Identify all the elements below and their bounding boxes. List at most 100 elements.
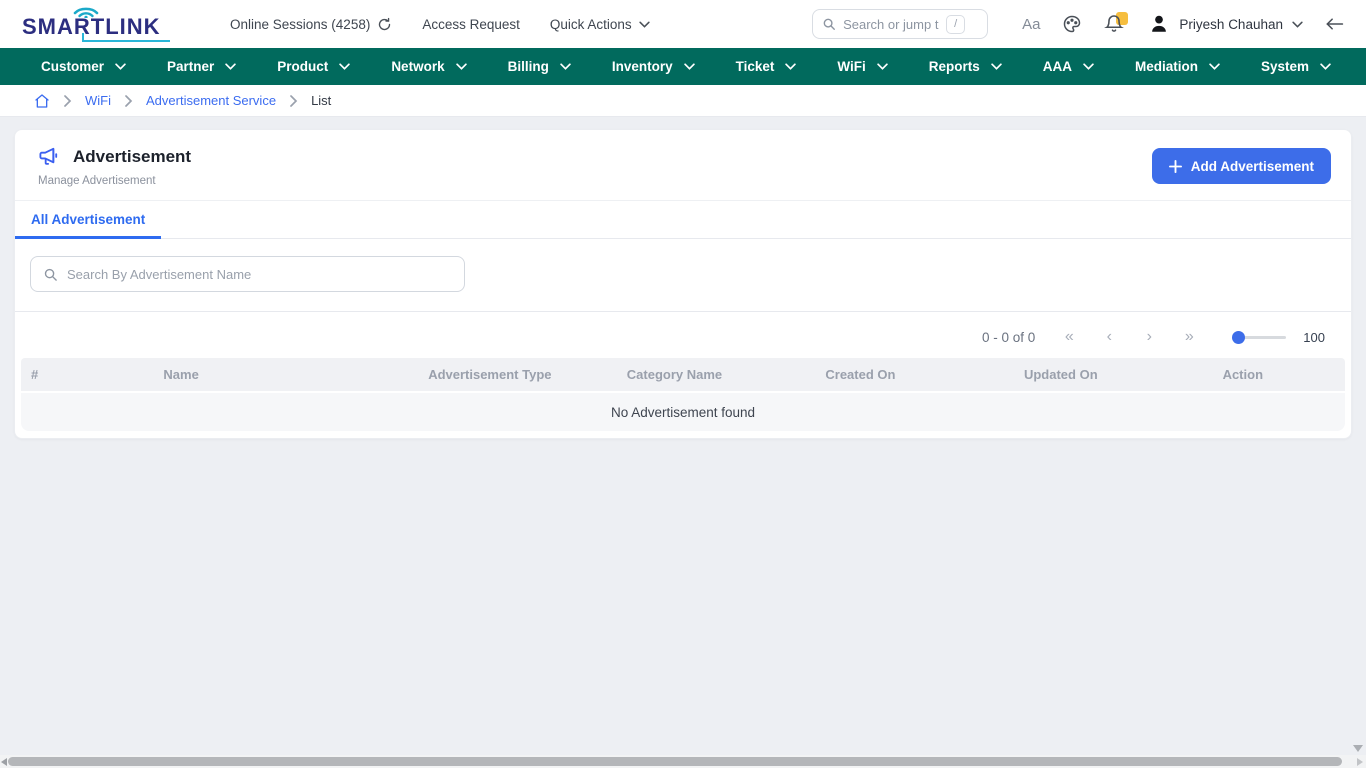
page-size-slider-handle[interactable] <box>1232 330 1246 344</box>
chevron-down-icon <box>339 63 351 70</box>
advertisement-table: # Name Advertisement Type Category Name … <box>15 358 1351 438</box>
chevron-down-icon <box>115 63 126 70</box>
nav-item-reports[interactable]: Reports <box>929 59 1002 74</box>
nav-item-ticket[interactable]: Ticket <box>736 59 797 74</box>
column-header-index: # <box>31 367 39 382</box>
refresh-icon[interactable] <box>377 17 392 32</box>
notifications-bell-icon[interactable] <box>1104 12 1129 35</box>
logo-underline <box>82 40 170 42</box>
user-menu[interactable]: Priyesh Chauhan <box>1148 13 1303 35</box>
chevron-down-icon <box>455 63 467 70</box>
search-icon <box>822 17 836 31</box>
megaphone-icon <box>38 145 61 168</box>
pagination: 0 - 0 of 0 « ‹ › » 100 <box>15 312 1351 358</box>
top-header: SMARTLINK Online Sessions (4258) Access … <box>0 0 1366 48</box>
filter-section <box>15 239 1351 312</box>
nav-label: Ticket <box>735 59 775 74</box>
nav-item-aaa[interactable]: AAA <box>1043 59 1094 74</box>
breadcrumb-wifi-link[interactable]: WiFi <box>85 93 111 108</box>
advertisement-card: Advertisement Manage Advertisement Add A… <box>14 129 1352 439</box>
header-right: / Aa Priyesh Chau <box>812 9 1344 39</box>
horizontal-scrollbar-thumb[interactable] <box>8 757 1342 766</box>
horizontal-scrollbar[interactable] <box>0 755 1366 768</box>
nav-item-network[interactable]: Network <box>391 59 467 74</box>
main-nav: Customer Partner Product Network Billing… <box>0 48 1366 85</box>
empty-state-row: No Advertisement found <box>21 393 1345 431</box>
nav-item-customer[interactable]: Customer <box>41 59 126 74</box>
nav-item-billing[interactable]: Billing <box>508 59 571 74</box>
nav-label: Product <box>277 59 329 74</box>
chevron-down-icon <box>225 63 237 70</box>
vertical-scrollbar-down-arrow[interactable] <box>1353 745 1363 752</box>
page-subtitle: Manage Advertisement <box>38 175 156 187</box>
chevron-down-icon <box>1292 21 1303 28</box>
tab-all-advertisement[interactable]: All Advertisement <box>15 201 162 239</box>
nav-item-partner[interactable]: Partner <box>167 59 237 74</box>
nav-label: Inventory <box>611 59 673 74</box>
nav-label: AAA <box>1042 59 1073 74</box>
font-size-toggle[interactable]: Aa <box>1022 16 1040 33</box>
breadcrumb-advertisement-service-link[interactable]: Advertisement Service <box>146 93 276 108</box>
nav-label: Network <box>391 59 445 74</box>
next-page-icon[interactable]: › <box>1129 329 1169 345</box>
chevron-right-icon <box>124 94 133 107</box>
chevron-right-icon <box>289 94 298 107</box>
column-header-action: Action <box>1222 367 1264 382</box>
page-title: Advertisement <box>73 146 192 166</box>
first-page-icon[interactable]: « <box>1049 329 1089 345</box>
column-header-updated-on: Updated On <box>1023 367 1098 382</box>
quick-actions-menu[interactable]: Quick Actions <box>550 17 650 32</box>
smartlink-logo[interactable]: SMARTLINK <box>20 4 172 44</box>
scroll-right-arrow[interactable] <box>1357 758 1363 766</box>
nav-item-product[interactable]: Product <box>277 59 351 74</box>
quick-actions-label: Quick Actions <box>549 16 632 32</box>
nav-item-inventory[interactable]: Inventory <box>612 59 695 74</box>
add-advertisement-button[interactable]: Add Advertisement <box>1151 148 1331 184</box>
advertisement-search[interactable] <box>30 256 465 292</box>
page-size-value: 100 <box>1303 329 1325 345</box>
column-header-advertisement-type: Advertisement Type <box>428 367 552 382</box>
prev-page-icon[interactable]: ‹ <box>1089 329 1129 345</box>
chevron-right-icon <box>63 94 72 107</box>
chevron-down-icon <box>1320 63 1331 70</box>
chevron-down-icon <box>639 21 650 28</box>
online-sessions[interactable]: Online Sessions (4258) <box>230 17 392 32</box>
home-icon[interactable] <box>34 93 50 109</box>
column-header-category-name: Category Name <box>626 367 723 382</box>
nav-item-mediation[interactable]: Mediation <box>1135 59 1220 74</box>
global-search[interactable]: / <box>812 9 989 39</box>
scroll-left-arrow[interactable] <box>1 758 7 766</box>
pagination-range: 0 - 0 of 0 <box>982 329 1036 345</box>
nav-label: Mediation <box>1135 59 1199 74</box>
nav-label: WiFi <box>837 59 866 74</box>
access-request-link[interactable]: Access Request <box>422 17 520 32</box>
card-header: Advertisement Manage Advertisement Add A… <box>15 130 1351 201</box>
nav-item-wifi[interactable]: WiFi <box>837 59 888 74</box>
logo-text: SMARTLINK <box>22 14 161 39</box>
logo-underline-tick <box>82 33 84 42</box>
card-header-left: Advertisement Manage Advertisement <box>38 145 191 188</box>
breadcrumb-current: List <box>311 93 332 108</box>
table-header-row: # Name Advertisement Type Category Name … <box>21 358 1345 391</box>
chevron-down-icon <box>560 63 571 70</box>
nav-item-system[interactable]: System <box>1261 59 1331 74</box>
nav-label: Partner <box>167 59 215 74</box>
collapse-back-arrow-icon[interactable] <box>1325 17 1344 31</box>
header-quick-links: Online Sessions (4258) Access Request Qu… <box>230 17 650 32</box>
nav-label: Customer <box>41 59 105 74</box>
nav-label: Reports <box>928 59 980 74</box>
chevron-down-icon <box>991 63 1002 70</box>
breadcrumb: WiFi Advertisement Service List <box>0 85 1366 117</box>
title-row: Advertisement <box>38 145 191 168</box>
access-request-label: Access Request <box>422 16 520 32</box>
plus-icon <box>1168 159 1182 173</box>
global-search-input[interactable] <box>843 16 940 32</box>
online-sessions-label: Online Sessions (4258) <box>230 16 371 32</box>
advertisement-search-input[interactable] <box>67 266 452 282</box>
chevron-down-icon <box>1209 63 1220 70</box>
last-page-icon[interactable]: » <box>1169 329 1209 345</box>
theme-palette-icon[interactable] <box>1062 14 1082 34</box>
page-size-slider[interactable] <box>1232 330 1287 344</box>
chevron-down-icon <box>785 63 797 70</box>
avatar <box>1148 13 1170 35</box>
